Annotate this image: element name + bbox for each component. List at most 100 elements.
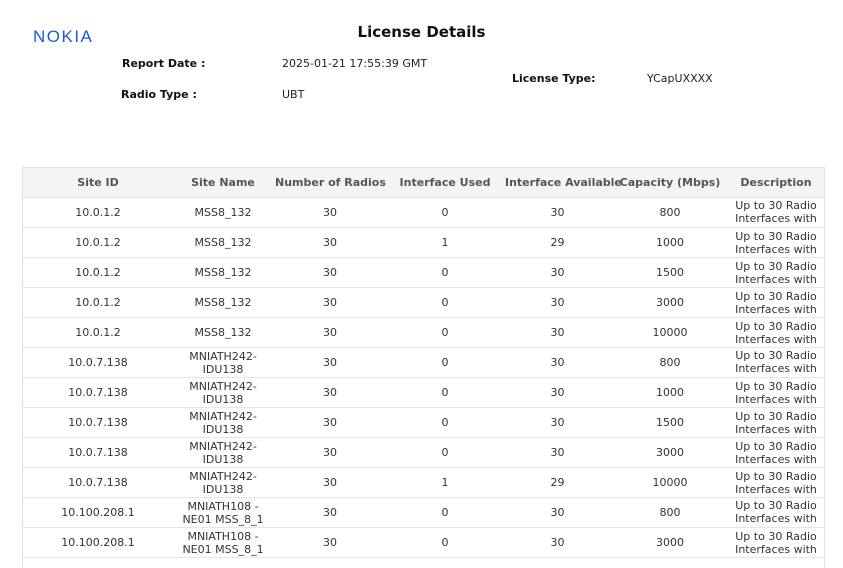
cell-capacity: 3000 <box>612 527 728 558</box>
cell-interface-available: 30 <box>503 197 612 228</box>
cell-description: Up to 30 Radio Interfaces with <box>728 377 824 408</box>
column-header-description: Description <box>728 167 824 198</box>
cell-text: Up to 30 Radio Interfaces with <box>735 529 817 556</box>
cell-site-id: 10.0.1.2 <box>23 257 173 288</box>
cell-interface-available: 30 <box>503 437 612 468</box>
cell-text: 800 <box>659 206 681 219</box>
table-row: 10.0.1.2 MSS8_132 30 0 30 1500 Up to 30 Radio … <box>23 257 824 288</box>
cell-text: 0 <box>441 506 449 519</box>
cell-text: 3000 <box>656 536 684 549</box>
table-row: 10.0.1.2 MSS8_132 30 1 29 1000 Up to 30 Radio … <box>23 227 824 258</box>
column-header-site-name: Site Name <box>173 167 273 198</box>
cell-text: 30 <box>550 386 565 399</box>
column-header-interface-available: Interface Available <box>503 167 622 198</box>
cell-text: 10.0.7.138 <box>68 356 128 369</box>
cell-text: 10.0.1.2 <box>75 266 121 279</box>
cell-text: 10.0.7.138 <box>68 476 128 489</box>
cell-number-of-radios: 30 <box>273 197 387 228</box>
cell-text: MNIATH242-IDU138 <box>189 439 257 466</box>
cell-description: Up to 30 Radio Interfaces with <box>728 407 824 438</box>
column-header-capacity: Capacity (Mbps) <box>612 167 728 198</box>
column-header-interface-used: Interface Used <box>387 167 503 198</box>
cell-text: MNIATH242-IDU138 <box>189 379 257 406</box>
cell-description: Up to 30 Radio Interfaces with <box>728 437 824 468</box>
cell-interface-available: 29 <box>503 467 612 498</box>
cell-site-name: MNIATH242-IDU138 <box>173 347 273 378</box>
table-row: 10.100.208.1 MNIATH108 - NE01 MSS_8_1 30 0 3… <box>23 527 824 558</box>
cell-text: 30 <box>323 386 337 399</box>
table-body: 10.0.1.2 MSS8_132 30 0 30 800 Up to 30 Radio I… <box>23 197 824 558</box>
cell-text: 30 <box>550 206 565 219</box>
cell-capacity: 3000 <box>612 437 728 468</box>
cell-text: 0 <box>441 446 449 459</box>
cell-text: 10000 <box>652 476 688 489</box>
cell-text: Up to 30 Radio Interfaces with <box>735 289 817 316</box>
table-row: 10.0.7.138 MNIATH242-IDU138 30 0 30 1000 Up to… <box>23 377 824 408</box>
cell-interface-used: 1 <box>387 227 503 258</box>
cell-text: 10.0.7.138 <box>68 416 128 429</box>
cell-text: 30 <box>550 506 565 519</box>
table-row: 10.0.1.2 MSS8_132 30 0 30 3000 Up to 30 Radio … <box>23 287 824 318</box>
cell-site-id: 10.0.1.2 <box>23 317 173 348</box>
cell-description: Up to 30 Radio Interfaces with <box>728 467 824 498</box>
cell-text: 30 <box>550 356 565 369</box>
cell-text: 1 <box>441 476 449 489</box>
cell-interface-available: 30 <box>503 317 612 348</box>
cell-text: 30 <box>323 236 337 249</box>
license-type-value: YCapUXXXX <box>647 72 713 85</box>
radio-type-value: UBT <box>282 88 305 101</box>
cell-text: 30 <box>323 266 337 279</box>
cell-interface-used: 0 <box>387 287 503 318</box>
cell-text: 30 <box>323 356 337 369</box>
cell-site-name: MSS8_132 <box>173 317 273 348</box>
cell-text: Up to 30 Radio Interfaces with <box>735 469 817 496</box>
cell-site-name: MSS8_132 <box>173 197 273 228</box>
table-row: 10.0.1.2 MSS8_132 30 0 30 800 Up to 30 Radio I… <box>23 197 824 228</box>
cell-site-name: MNIATH242-IDU138 <box>173 407 273 438</box>
cell-text: 1500 <box>656 416 684 429</box>
cell-site-id: 10.0.7.138 <box>23 467 173 498</box>
cell-number-of-radios: 30 <box>273 527 387 558</box>
cell-text: Up to 30 Radio Interfaces with 800 <box>735 349 817 376</box>
cell-text: 30 <box>550 536 565 549</box>
cell-text: 30 <box>323 506 337 519</box>
license-table: Site ID Site Name Number of Radios Interfac… <box>23 167 824 558</box>
cell-text: Up to 30 Radio Interfaces with <box>735 379 817 406</box>
cell-text: 10.100.208.1 <box>61 536 135 549</box>
cell-number-of-radios: 30 <box>273 257 387 288</box>
cell-text: 10.0.1.2 <box>75 206 121 219</box>
cell-text: 800 <box>659 506 681 519</box>
cell-capacity: 3000 <box>612 287 728 318</box>
cell-text: 0 <box>441 326 449 339</box>
cell-description: Up to 30 Radio Interfaces with 800 <box>728 197 824 228</box>
cell-text: MNIATH108 - NE01 MSS_8_1 <box>182 529 264 556</box>
cell-interface-available: 30 <box>503 347 612 378</box>
cell-site-name: MNIATH242-IDU138 <box>173 437 273 468</box>
cell-number-of-radios: 30 <box>273 287 387 318</box>
cell-site-id: 10.0.1.2 <box>23 197 173 228</box>
cell-number-of-radios: 30 <box>273 317 387 348</box>
cell-description: Up to 30 Radio Interfaces with <box>728 317 824 348</box>
table-row: 10.0.7.138 MNIATH242-IDU138 30 0 30 1500 Up to… <box>23 407 824 438</box>
table-header-row: Site ID Site Name Number of Radios Interfac… <box>23 167 824 198</box>
cell-number-of-radios: 30 <box>273 347 387 378</box>
cell-site-name: MNIATH242-IDU138 <box>173 377 273 408</box>
cell-site-name: MNIATH108 - NE01 MSS_8_1 <box>173 527 273 558</box>
cell-site-name: MSS8_132 <box>173 227 273 258</box>
cell-number-of-radios: 30 <box>273 407 387 438</box>
cell-interface-available: 30 <box>503 407 612 438</box>
cell-text: 30 <box>550 326 565 339</box>
cell-interface-available: 30 <box>503 377 612 408</box>
cell-text: 30 <box>323 206 337 219</box>
radio-type-label: Radio Type : <box>121 88 197 101</box>
cell-text: 30 <box>550 296 565 309</box>
cell-interface-used: 0 <box>387 197 503 228</box>
cell-text: MSS8_132 <box>194 296 252 309</box>
cell-text: MNIATH242-IDU138 <box>189 409 257 436</box>
cell-interface-available: 30 <box>503 527 612 558</box>
cell-text: 30 <box>323 446 337 459</box>
cell-site-id: 10.0.7.138 <box>23 377 173 408</box>
cell-number-of-radios: 30 <box>273 227 387 258</box>
license-table-container: Site ID Site Name Number of Radios Interfac… <box>22 167 825 568</box>
cell-site-name: MSS8_132 <box>173 287 273 318</box>
